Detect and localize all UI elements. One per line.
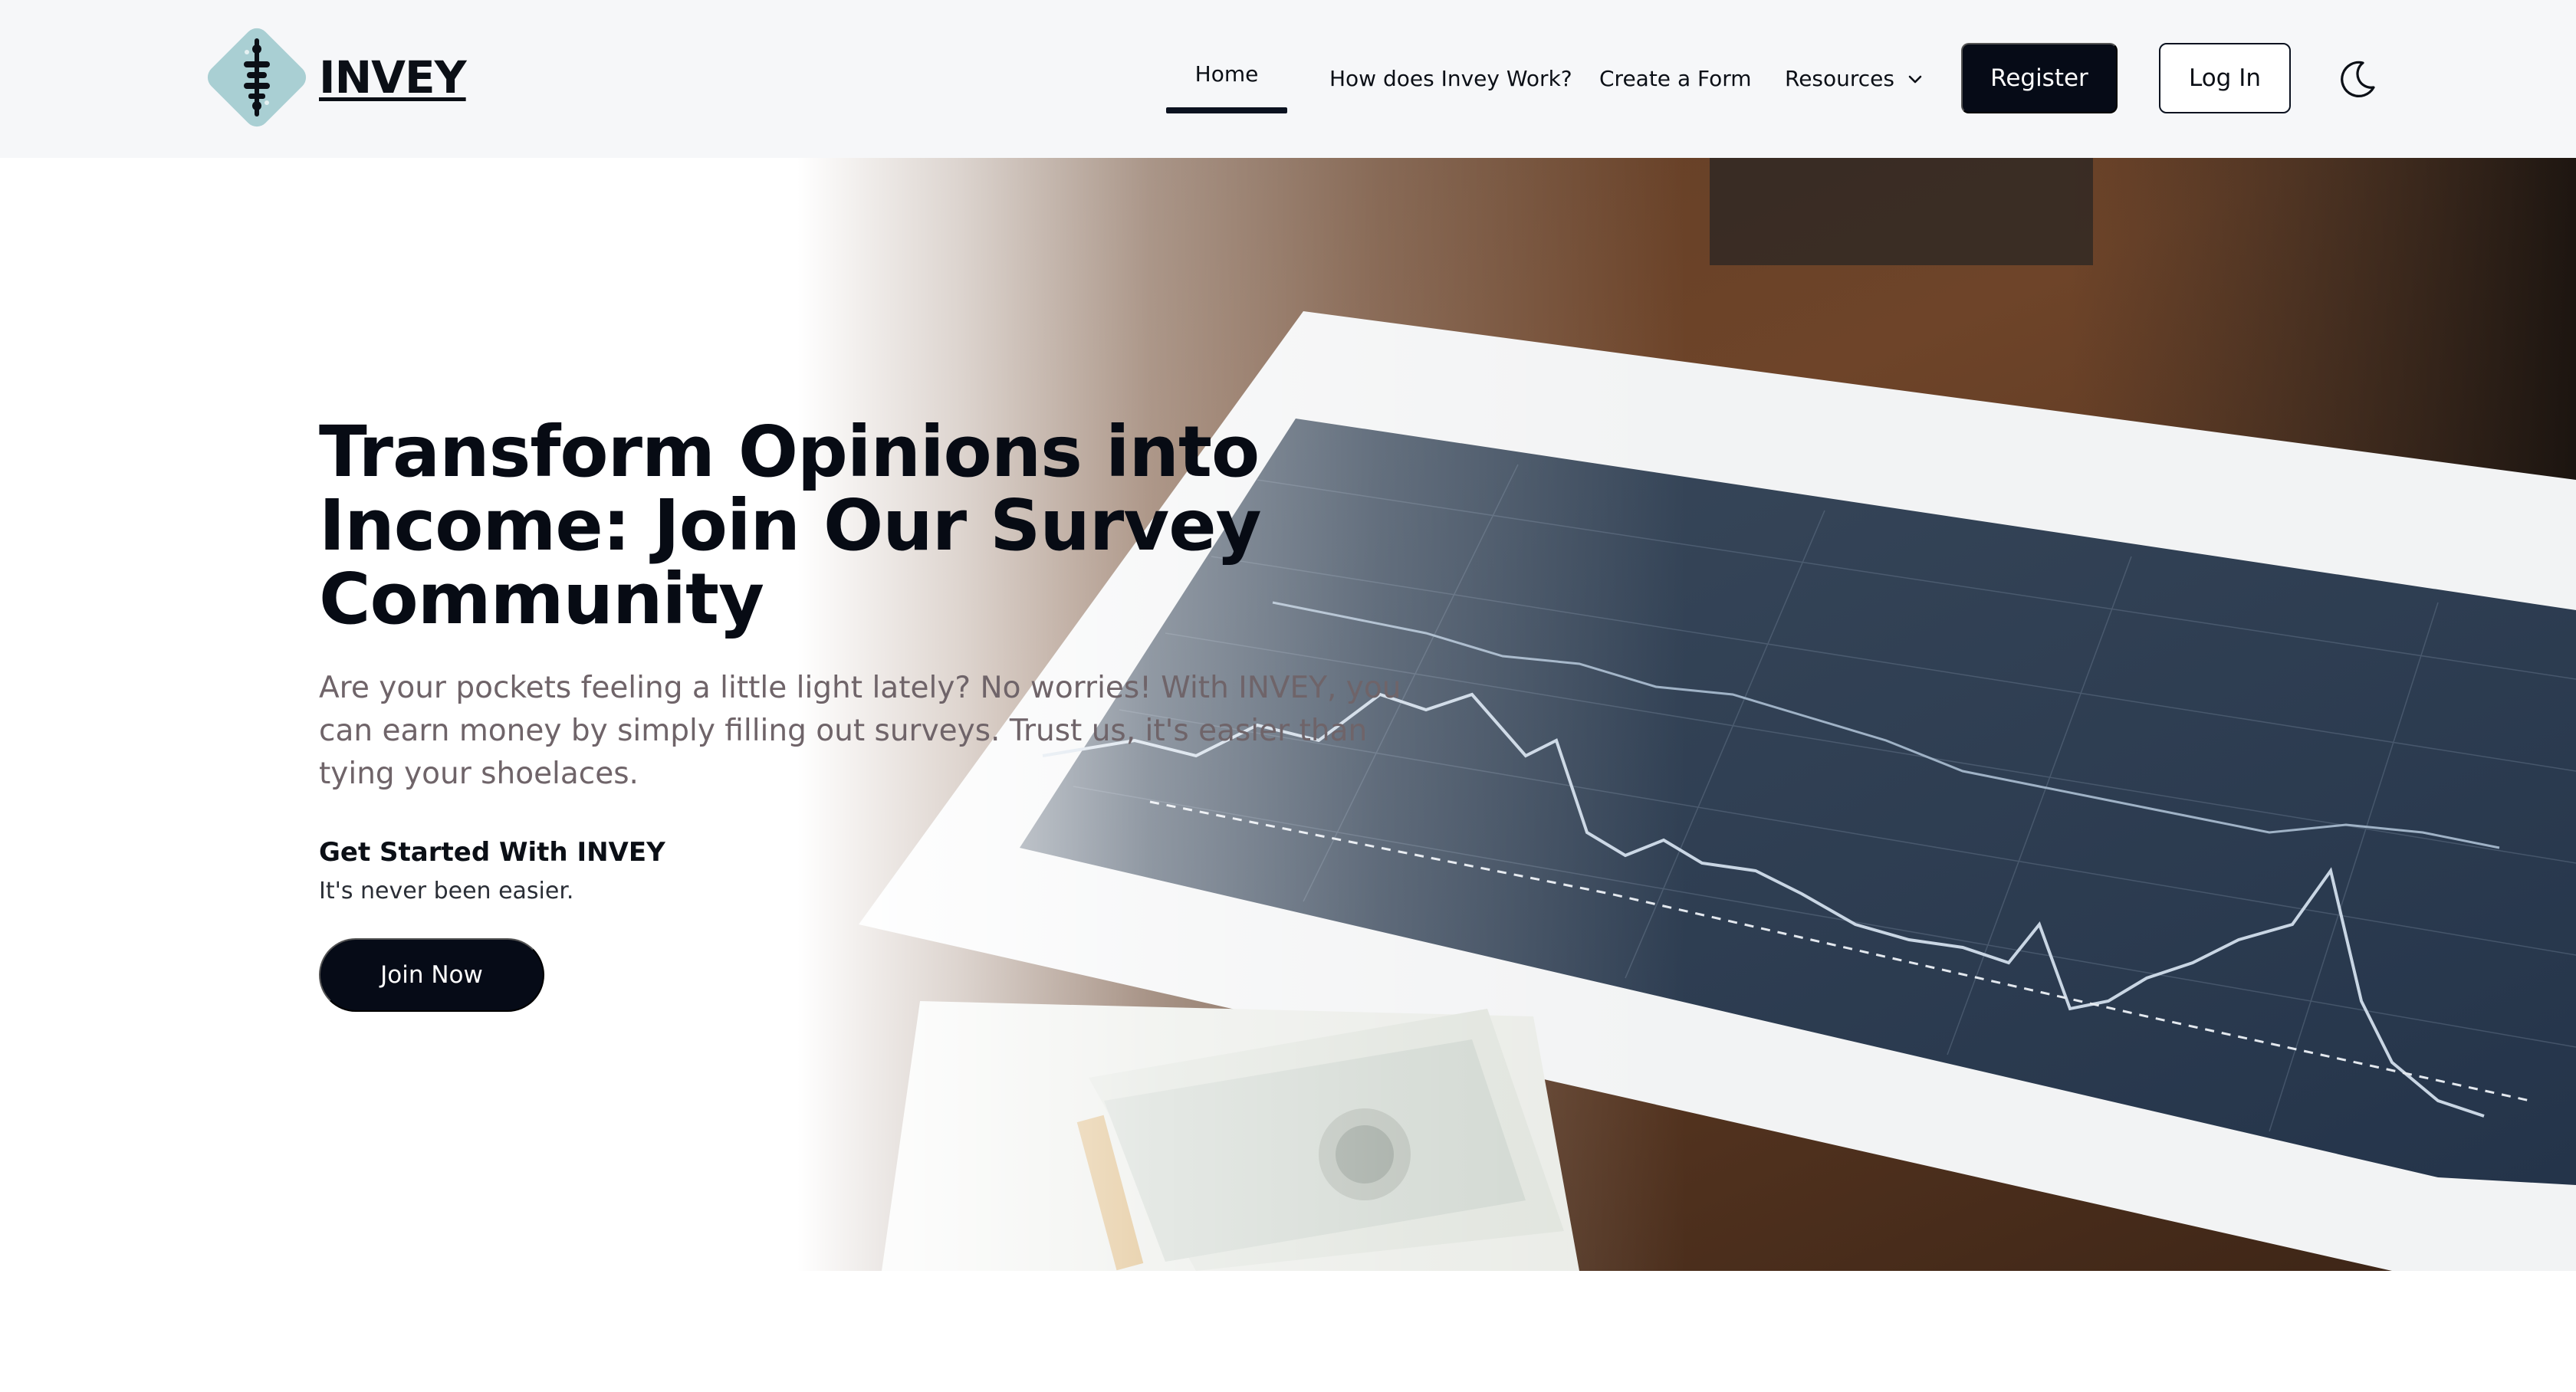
chevron-down-icon xyxy=(1907,71,1924,87)
hero-title: Transform Opinions into Income: Join Our… xyxy=(319,411,1262,640)
hero-description: Are your pockets feeling a little light … xyxy=(319,671,1401,791)
nav-resources-dropdown[interactable]: Resources xyxy=(1785,60,1924,98)
top-navbar: INVEY Home How does Invey Work? Create a… xyxy=(0,0,2576,158)
moon-icon[interactable] xyxy=(2335,57,2380,101)
hero-section: Transform Opinions into Income: Join Our… xyxy=(0,158,2576,1271)
nav-create-form[interactable]: Create a Form xyxy=(1599,60,1752,98)
hero-subheading: Get Started With INVEY xyxy=(319,837,665,868)
login-button[interactable]: Log In xyxy=(2159,43,2291,113)
nav-resources-label: Resources xyxy=(1785,66,1894,91)
nav-home[interactable]: Home xyxy=(1167,55,1286,94)
register-button[interactable]: Register xyxy=(1961,43,2118,113)
active-nav-indicator xyxy=(1166,107,1287,113)
hero-content: Transform Opinions into Income: Join Our… xyxy=(319,158,1401,1271)
hero-subtext: It's never been easier. xyxy=(319,878,574,904)
join-now-button[interactable]: Join Now xyxy=(319,938,544,1012)
nav-how-it-works[interactable]: How does Invey Work? xyxy=(1329,60,1572,98)
